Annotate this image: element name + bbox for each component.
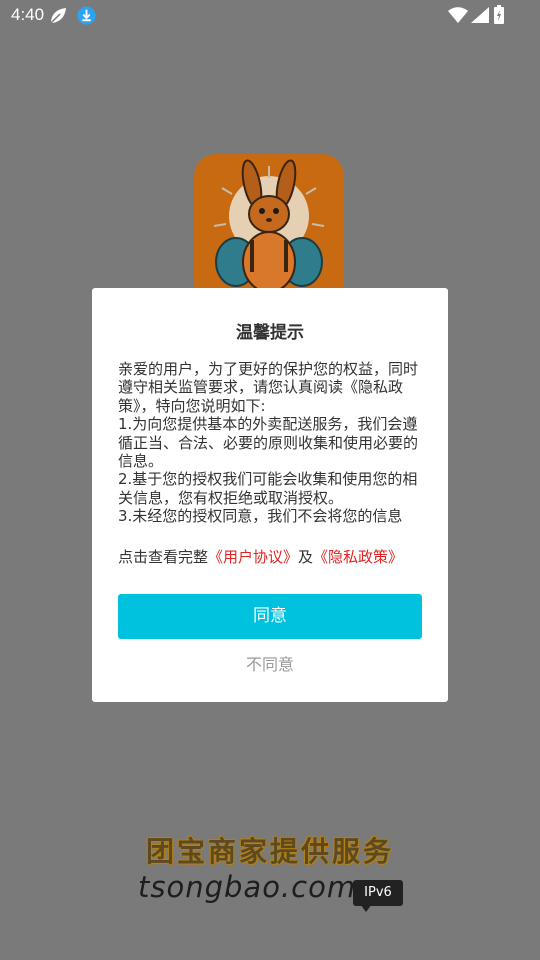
footer-domain: tsongbao.com	[138, 870, 357, 904]
battery-charging-icon	[494, 5, 504, 24]
user-agreement-link[interactable]: 《用户协议》	[208, 548, 298, 566]
agree-button[interactable]: 同意	[118, 594, 422, 639]
dialog-paragraph: 3.未经您的授权同意，我们不会将您的信息	[118, 507, 403, 526]
dialog-body[interactable]: 亲爱的用户，为了更好的保护您的权益，同时遵守相关监管要求，请您认真阅读《隐私政策…	[118, 360, 424, 532]
policy-links-line: 点击查看完整《用户协议》及《隐私政策》	[118, 547, 428, 567]
signal-icon	[471, 7, 489, 23]
ipv6-badge: IPv6	[353, 880, 403, 906]
ipv6-badge-tail	[360, 904, 372, 912]
app-logo	[194, 154, 344, 304]
links-conjunction: 及	[298, 548, 314, 566]
download-icon	[77, 6, 96, 25]
dialog-title: 温馨提示	[236, 323, 304, 343]
status-bar: 4:40	[0, 0, 540, 30]
disagree-button[interactable]: 不同意	[118, 652, 422, 678]
wifi-icon	[448, 7, 468, 23]
privacy-policy-link[interactable]: 《隐私政策》	[313, 548, 403, 566]
dialog-paragraph: 亲爱的用户，为了更好的保护您的权益，同时遵守相关监管要求，请您认真阅读《隐私政策…	[118, 360, 419, 415]
privacy-dialog: 温馨提示 亲爱的用户，为了更好的保护您的权益，同时遵守相关监管要求，请您认真阅读…	[92, 288, 448, 702]
footer-slogan: 团宝商家提供服务	[145, 835, 394, 868]
dialog-paragraph: 1.为向您提供基本的外卖配送服务，我们会遵循正当、合法、必要的原则收集和使用必要…	[118, 415, 419, 471]
rabbit-mascot-icon	[213, 159, 325, 293]
dialog-paragraph: 2.基于您的授权我们可能会收集和使用您的相关信息，您有权拒绝或取消授权。	[118, 470, 418, 507]
leaf-icon	[50, 8, 66, 24]
links-prefix: 点击查看完整	[118, 548, 209, 566]
status-time: 4:40	[11, 5, 45, 24]
